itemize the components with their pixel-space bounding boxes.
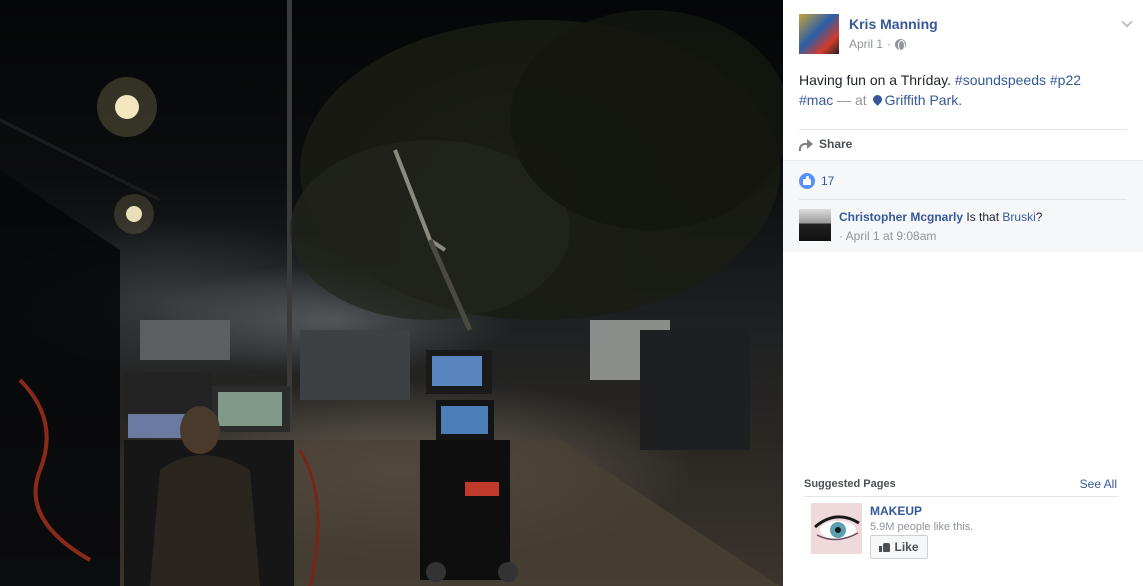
suggested-title: Suggested Pages: [804, 478, 896, 490]
comment-mention-link[interactable]: Bruski: [1002, 210, 1035, 224]
see-all-link[interactable]: See All: [1080, 477, 1117, 491]
hashtag-link[interactable]: #mac: [799, 92, 833, 108]
comment-body: Christopher Mcgnarly Is that Bruski?: [839, 209, 1042, 225]
hashtag-link[interactable]: #p22: [1050, 72, 1081, 88]
thumbs-up-icon: [879, 542, 891, 552]
like-summary[interactable]: 17: [799, 173, 834, 189]
post-panel: Kris Manning April 1 · Having fun on a T…: [783, 0, 1143, 586]
post-text: Having fun on a Thríday. #soundspeeds #p…: [799, 70, 1129, 110]
author-avatar[interactable]: [799, 14, 839, 54]
commenter-avatar[interactable]: [799, 209, 831, 241]
thumbs-up-icon: [799, 173, 815, 189]
chevron-down-icon[interactable]: [1121, 16, 1133, 28]
suggested-pages: Suggested Pages See All MAKEUP 5.9M peop…: [783, 470, 1143, 586]
comment-text-end: ?: [1035, 210, 1043, 224]
divider: [799, 129, 1127, 130]
page-like-count: 5.9M people like this.: [870, 521, 974, 533]
like-button-label: Like: [894, 540, 919, 554]
comment-text: Is that: [966, 210, 1000, 224]
location-link[interactable]: Griffith Park: [885, 92, 959, 108]
page-thumbnail[interactable]: [811, 503, 862, 554]
share-label: Share: [819, 137, 853, 151]
globe-icon[interactable]: [895, 38, 907, 51]
photo-viewer[interactable]: [0, 0, 783, 586]
post-date[interactable]: April 1: [849, 37, 883, 51]
comment-author[interactable]: Christopher Mcgnarly: [839, 210, 963, 224]
divider: [804, 496, 1119, 497]
post-meta: April 1 ·: [849, 37, 907, 51]
like-page-button[interactable]: Like: [870, 535, 928, 559]
night-set-photo: [0, 0, 783, 586]
hashtag-link[interactable]: #soundspeeds: [955, 72, 1046, 88]
post-text-main: Having fun on a Thríday.: [799, 72, 952, 88]
map-pin-icon: [870, 93, 884, 106]
eye-makeup-image: [811, 503, 862, 554]
comment-timestamp[interactable]: · April 1 at 9:08am: [839, 229, 936, 243]
like-count: 17: [821, 174, 835, 188]
share-arrow-icon: [799, 138, 813, 151]
share-button[interactable]: Share: [799, 137, 852, 151]
divider: [799, 199, 1127, 200]
post-header: Kris Manning April 1 ·: [799, 14, 1133, 54]
at-separator: — at: [837, 92, 867, 108]
feedback-section: 17 Christopher Mcgnarly Is that Bruski? …: [783, 160, 1143, 252]
meta-separator: ·: [887, 37, 892, 51]
post-author[interactable]: Kris Manning: [849, 16, 938, 32]
page-name-link[interactable]: MAKEUP: [870, 504, 922, 518]
location-end: .: [958, 92, 963, 108]
